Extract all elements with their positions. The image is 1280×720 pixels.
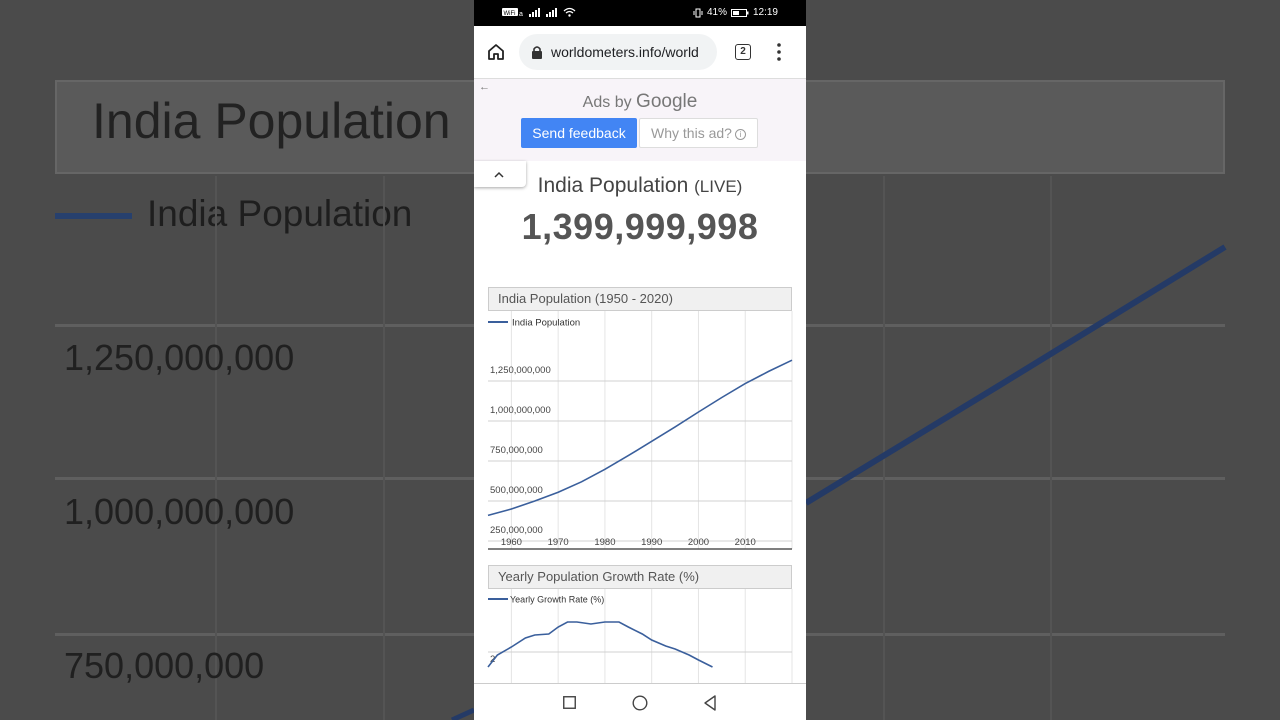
recents-icon[interactable]	[563, 696, 576, 709]
population-chart: 250,000,000 500,000,000 750,000,000 1,000,0…	[487, 311, 793, 550]
google-wordmark: Google	[636, 91, 698, 112]
lock-icon	[532, 46, 542, 59]
x-tick-label: 1980	[594, 537, 615, 548]
vibrate-icon	[693, 8, 703, 17]
info-icon: i	[734, 129, 746, 140]
battery-percent: 41%	[706, 7, 727, 18]
x-tick-label: 1990	[641, 537, 662, 548]
legend-label: India Population	[512, 318, 580, 329]
signal-icon	[529, 8, 540, 17]
growth-chart: 2Yearly Growth Rate (%)	[487, 589, 793, 683]
more-menu-icon[interactable]	[777, 43, 781, 61]
android-nav-bar	[474, 683, 806, 720]
population-title: India Population (LIVE)	[474, 174, 806, 198]
home-nav-icon[interactable]	[632, 695, 648, 711]
population-chart-header: India Population (1950 - 2020)	[488, 287, 792, 311]
growth-chart-header: Yearly Population Growth Rate (%)	[488, 565, 792, 589]
ad-feedback-panel: ← Ads by Google Send feedback Why this a…	[474, 79, 806, 161]
back-nav-icon[interactable]	[703, 695, 717, 711]
y-tick-label: 250,000,000	[490, 525, 543, 536]
ads-by-label: Ads by	[582, 94, 632, 111]
clock: 12:19	[752, 7, 778, 18]
x-tick-label: 2000	[688, 537, 709, 548]
home-icon[interactable]	[486, 42, 506, 62]
live-label: (LIVE)	[694, 177, 743, 196]
x-tick-label: 2010	[735, 537, 756, 548]
signal-icon-2	[546, 8, 557, 17]
y-tick-label: 500,000,000	[490, 485, 543, 496]
population-title-text: India Population	[537, 174, 689, 197]
svg-text:a: a	[519, 11, 523, 17]
x-tick-label: 1960	[501, 537, 522, 548]
url-text: worldometers.info/world	[551, 44, 699, 60]
tab-switcher-icon[interactable]: 2	[735, 44, 751, 60]
send-feedback-button[interactable]: Send feedback	[521, 118, 637, 148]
phone-screen: WiFi a 41% 12:19 worldometers.info/world …	[474, 0, 806, 720]
legend-label: Yearly Growth Rate (%)	[510, 595, 604, 605]
why-this-ad-button[interactable]: Why this ad? i	[639, 118, 758, 148]
wifi-calling-icon: WiFi a	[502, 8, 523, 17]
ads-by-google: Ads by Google	[474, 91, 806, 113]
y-tick-label: 750,000,000	[490, 445, 543, 456]
battery-icon	[730, 8, 749, 17]
svg-text:WiFi: WiFi	[504, 11, 516, 17]
y-tick-label: 1,250,000,000	[490, 365, 551, 376]
y-tick-label: 1,000,000,000	[490, 405, 551, 416]
address-bar[interactable]: worldometers.info/world	[519, 34, 717, 70]
why-this-ad-label: Why this ad?	[651, 125, 732, 141]
status-bar: WiFi a 41% 12:19	[474, 0, 806, 26]
growth-series-line	[487, 621, 713, 668]
x-tick-label: 1970	[548, 537, 569, 548]
population-counter: 1,399,999,998	[521, 206, 759, 247]
browser-toolbar: worldometers.info/world 2	[474, 26, 806, 79]
wifi-icon	[563, 7, 576, 17]
